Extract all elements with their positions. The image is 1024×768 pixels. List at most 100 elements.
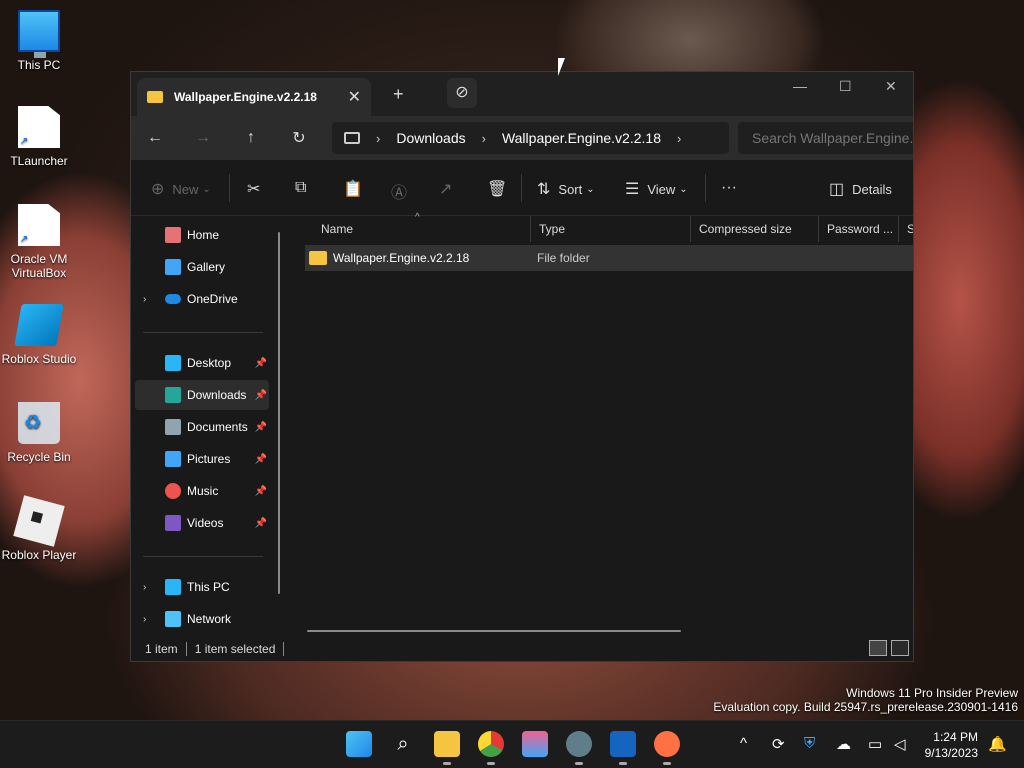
sidebar-item-downloads[interactable]: Downloads 📌 bbox=[135, 380, 269, 410]
cloud-off-icon[interactable]: ☁ bbox=[836, 735, 851, 753]
watermark-line-1: Windows 11 Pro Insider Preview bbox=[846, 686, 1018, 700]
row-name: Wallpaper.Engine.v2.2.18 bbox=[333, 251, 470, 265]
chevron-right-icon[interactable]: › bbox=[376, 131, 380, 146]
delete-button[interactable]: 🗑 bbox=[487, 179, 515, 199]
selection-count: 1 item selected bbox=[194, 642, 276, 656]
shield-icon[interactable]: ⛨ bbox=[804, 735, 815, 752]
desktop-icon-label: Recycle Bin bbox=[7, 450, 71, 464]
thumbnail-view-button[interactable] bbox=[891, 640, 909, 656]
chrome-icon[interactable] bbox=[478, 731, 504, 765]
tray-chevron-up-icon[interactable]: ^ bbox=[740, 735, 747, 752]
minimize-button[interactable]: — bbox=[793, 78, 807, 94]
sort-label: Sort bbox=[558, 181, 583, 197]
column-header-name[interactable]: Name bbox=[313, 216, 531, 242]
store-icon[interactable] bbox=[522, 731, 548, 757]
file-explorer-window: Wallpaper.Engine.v2.2.18 ✕ + ⊘ — ☐ ✕ ← →… bbox=[130, 71, 914, 662]
clock[interactable]: 1:24 PM 9/13/2023 bbox=[925, 729, 978, 761]
title-bar[interactable]: Wallpaper.Engine.v2.2.18 ✕ + ⊘ — ☐ ✕ bbox=[131, 72, 913, 116]
rename-button[interactable]: Ⓐ bbox=[391, 179, 415, 203]
desktop-icon-roblox-studio[interactable]: Roblox Studio bbox=[0, 304, 78, 366]
column-header-type[interactable]: Type bbox=[531, 216, 691, 242]
desktop-icon-virtualbox[interactable]: ↗ Oracle VM VirtualBox bbox=[0, 204, 78, 280]
desktop-icon-label: Oracle VM VirtualBox bbox=[10, 252, 68, 280]
file-explorer-icon[interactable] bbox=[434, 731, 460, 765]
scissors-icon: ✂ bbox=[247, 181, 261, 198]
share-button[interactable]: ↗ bbox=[439, 179, 460, 199]
divider bbox=[521, 174, 522, 202]
details-view-button[interactable] bbox=[869, 640, 887, 656]
close-button[interactable]: ✕ bbox=[885, 78, 897, 95]
chevron-right-icon[interactable]: › bbox=[482, 131, 486, 146]
column-header-password[interactable]: Password ... bbox=[819, 216, 899, 242]
chevron-right-icon[interactable]: › bbox=[143, 614, 146, 625]
desktop-icon-recycle-bin[interactable]: Recycle Bin bbox=[0, 402, 78, 464]
table-row[interactable]: Wallpaper.Engine.v2.2.18 File folder bbox=[305, 245, 913, 271]
column-header-compressed-size[interactable]: Compressed size bbox=[691, 216, 819, 242]
cut-button[interactable]: ✂ bbox=[247, 179, 268, 199]
sidebar-item-music[interactable]: Music 📌 bbox=[135, 476, 269, 506]
divider bbox=[185, 642, 187, 656]
settings-gear-icon[interactable] bbox=[566, 731, 592, 765]
chevron-right-icon[interactable]: › bbox=[143, 294, 146, 305]
maximize-button[interactable]: ☐ bbox=[839, 78, 852, 95]
chevron-right-icon[interactable]: › bbox=[143, 582, 146, 593]
volume-muted-icon[interactable]: ◁ bbox=[894, 735, 906, 753]
computer-icon bbox=[165, 579, 181, 595]
start-icon[interactable] bbox=[346, 731, 372, 757]
breadcrumb-current-folder[interactable]: Wallpaper.Engine.v2.2.18 bbox=[502, 130, 661, 146]
sidebar-item-desktop[interactable]: Desktop 📌 bbox=[135, 348, 269, 378]
sidebar-item-home[interactable]: Home bbox=[135, 220, 269, 250]
breadcrumb-downloads[interactable]: Downloads bbox=[396, 130, 465, 146]
tab-close-icon[interactable]: ✕ bbox=[348, 87, 361, 107]
notification-bell-icon[interactable]: 🔔 bbox=[988, 735, 1007, 753]
sidebar-item-pictures[interactable]: Pictures 📌 bbox=[135, 444, 269, 474]
roblox-icon bbox=[13, 495, 65, 547]
sidebar-item-onedrive[interactable]: › OneDrive bbox=[135, 284, 269, 314]
forward-button[interactable]: → bbox=[179, 129, 227, 147]
more-options-button[interactable]: ··· bbox=[721, 179, 737, 197]
breadcrumb[interactable]: › Downloads › Wallpaper.Engine.v2.2.18 › bbox=[332, 122, 729, 154]
sidebar-item-documents[interactable]: Documents 📌 bbox=[135, 412, 269, 442]
tab-wallpaper-engine[interactable]: Wallpaper.Engine.v2.2.18 ✕ bbox=[137, 78, 371, 116]
row-type: File folder bbox=[537, 251, 590, 265]
virtualbox-icon[interactable] bbox=[610, 731, 636, 765]
desktop-icon-roblox-player[interactable]: Roblox Player bbox=[0, 495, 78, 562]
desktop-icon-tlauncher[interactable]: ↗ TLauncher bbox=[0, 106, 78, 168]
network-icon[interactable]: ▭ bbox=[868, 735, 882, 753]
back-button[interactable]: ← bbox=[131, 129, 179, 147]
sort-button[interactable]: ⇅ Sort ⌄ bbox=[537, 179, 595, 199]
sidebar-item-gallery[interactable]: Gallery bbox=[135, 252, 269, 282]
details-label: Details bbox=[852, 181, 892, 197]
column-header-size[interactable]: Si bbox=[899, 216, 913, 242]
search-icon[interactable]: ⌕ bbox=[390, 731, 416, 757]
pin-icon: 📌 bbox=[254, 357, 267, 369]
copy-button[interactable]: ⧉ bbox=[295, 179, 314, 197]
new-tab-button[interactable]: + bbox=[393, 84, 404, 105]
sidebar-item-label: Downloads bbox=[187, 388, 247, 402]
sidebar-item-videos[interactable]: Videos 📌 bbox=[135, 508, 269, 538]
sidebar-item-network[interactable]: › Network bbox=[135, 604, 269, 634]
divider bbox=[143, 332, 263, 333]
wallpaper-engine-icon[interactable] bbox=[654, 731, 680, 765]
sidebar-scrollbar[interactable] bbox=[278, 232, 280, 594]
command-bar: ⊕ New ⌄ ✂ ⧉ 📋 Ⓐ ↗ 🗑 ⇅ Sort ⌄ ☰ View ⌄ ··… bbox=[131, 160, 913, 216]
pin-icon: 📌 bbox=[254, 485, 267, 497]
trash-icon: 🗑 bbox=[487, 181, 508, 198]
horizontal-scrollbar[interactable] bbox=[307, 630, 681, 632]
up-button[interactable]: ↑ bbox=[227, 129, 275, 147]
desktop-icon-this-pc[interactable]: This PC bbox=[0, 10, 78, 72]
clock-date: 9/13/2023 bbox=[924, 746, 978, 760]
blocked-icon[interactable]: ⊘ bbox=[447, 78, 477, 108]
details-button[interactable]: ◫ Details bbox=[829, 179, 892, 199]
search-input[interactable] bbox=[738, 122, 913, 154]
sort-icon: ⇅ bbox=[537, 181, 551, 198]
sidebar-item-this-pc[interactable]: › This PC bbox=[135, 572, 269, 602]
desktop-icon bbox=[165, 355, 181, 371]
new-button[interactable]: ⊕ New ⌄ bbox=[151, 179, 211, 199]
refresh-button[interactable]: ↻ bbox=[275, 128, 323, 148]
view-button[interactable]: ☰ View ⌄ bbox=[625, 179, 688, 199]
chevron-right-icon[interactable]: › bbox=[677, 131, 681, 146]
paste-button[interactable]: 📋 bbox=[343, 179, 371, 199]
desktop-icon-label: TLauncher bbox=[10, 154, 68, 168]
sync-icon[interactable]: ⟳ bbox=[772, 735, 785, 753]
